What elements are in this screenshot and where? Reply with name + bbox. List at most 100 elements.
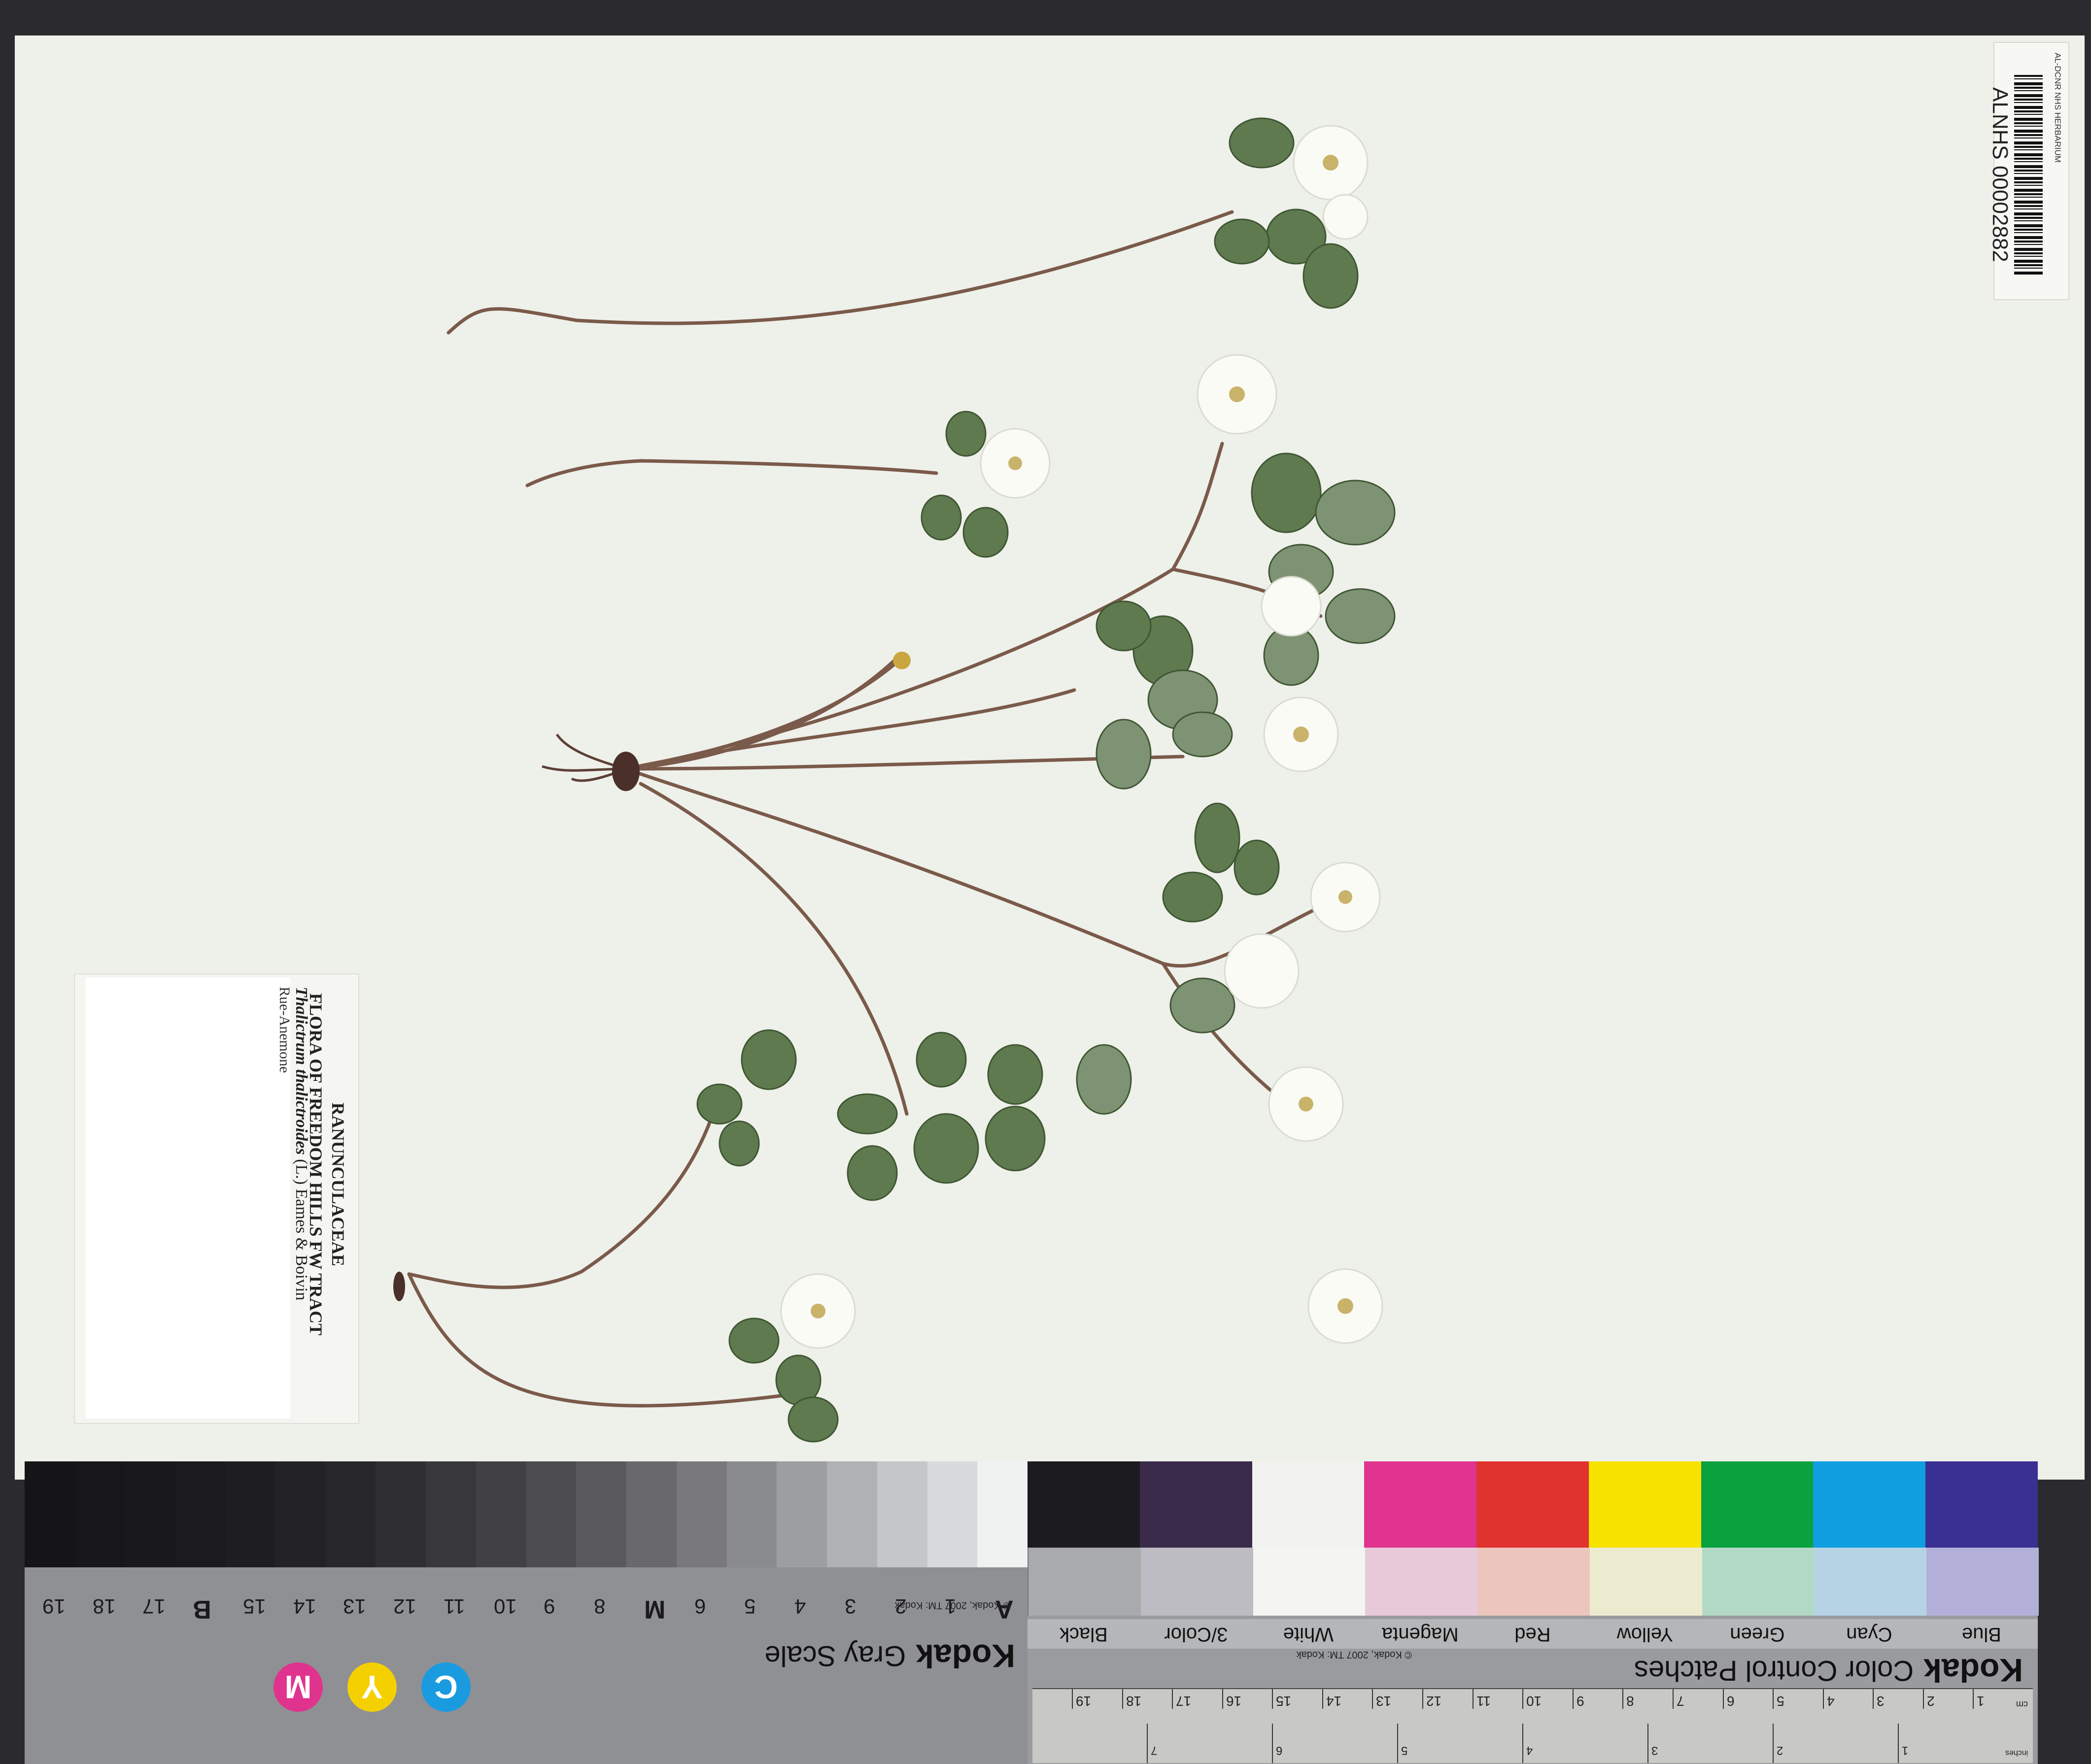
color-patch-bottom bbox=[1588, 1548, 1702, 1616]
herbarium-label: RANUNCULACEAE FLORA OF FREEDOM HILLS FW … bbox=[74, 973, 359, 1424]
color-patch-name: Magenta bbox=[1382, 1624, 1459, 1645]
ruler-inch-label: 7 bbox=[1151, 1744, 1158, 1757]
color-patch-names: Blue Cyan Green Yellow Red Magenta White 3/Colo… bbox=[1028, 1619, 2038, 1649]
color-patch-name: Yellow bbox=[1616, 1624, 1673, 1645]
gray-step-label: 17 bbox=[142, 1595, 166, 1618]
cmy-badge-m: M bbox=[274, 1662, 323, 1712]
gray-step bbox=[777, 1461, 827, 1567]
ruler-inch-tick bbox=[1522, 1724, 1524, 1763]
kodak-brand-color: Kodak bbox=[1923, 1652, 2023, 1689]
gray-step-label: 8 bbox=[594, 1595, 606, 1618]
gray-step bbox=[676, 1461, 727, 1567]
gray-step-label: 12 bbox=[393, 1595, 416, 1618]
gray-scale-steps bbox=[25, 1461, 1028, 1567]
color-patch-top bbox=[1364, 1461, 1477, 1548]
color-patches-bottom-row bbox=[1028, 1548, 2039, 1616]
gray-step bbox=[275, 1461, 326, 1567]
ruler-inch-tick bbox=[1397, 1724, 1399, 1763]
color-patch-bottom bbox=[1701, 1548, 1815, 1616]
color-patch-name: Green bbox=[1729, 1624, 1785, 1645]
gray-step-label: 10 bbox=[493, 1595, 517, 1618]
ruler-cm-label: 19 bbox=[1076, 1694, 1092, 1709]
ruler-cm-label: 13 bbox=[1376, 1694, 1392, 1709]
ruler-cm-label: 3 bbox=[1877, 1694, 1885, 1709]
color-patch-name: Blue bbox=[1962, 1624, 2002, 1645]
ruler-cm-tick bbox=[1172, 1689, 1173, 1709]
color-card-title-text: Color Control Patches bbox=[1634, 1655, 1914, 1687]
barcode bbox=[2014, 75, 2043, 275]
ruler-cm-label: 14 bbox=[1326, 1694, 1342, 1709]
redacted-area bbox=[86, 977, 290, 1418]
color-patch-bottom bbox=[1476, 1548, 1590, 1616]
ruler-cm-label: 5 bbox=[1777, 1694, 1784, 1709]
ruler-cm-label: 1 bbox=[1977, 1694, 1985, 1709]
gray-step-label: 5 bbox=[744, 1595, 756, 1618]
catalog-number: ALNHS 00002882 bbox=[1988, 87, 2012, 262]
gray-step bbox=[175, 1461, 225, 1567]
ruler-inch-label: 5 bbox=[1401, 1744, 1408, 1757]
ruler-cm-tick bbox=[1072, 1689, 1073, 1709]
ruler-cm-tick bbox=[1272, 1689, 1273, 1709]
gray-step-label: B bbox=[193, 1595, 211, 1624]
ruler-cm-tick bbox=[1522, 1689, 1524, 1709]
color-patch-top bbox=[1701, 1461, 1814, 1548]
ruler-cm-tick bbox=[1773, 1689, 1774, 1709]
gray-step bbox=[74, 1461, 125, 1567]
gray-step-label: 15 bbox=[242, 1595, 266, 1618]
common-name: Rue-Anemone bbox=[276, 987, 293, 1073]
color-patch-top bbox=[1028, 1461, 1140, 1548]
ruler-cm-label: 10 bbox=[1526, 1694, 1542, 1709]
gray-step bbox=[125, 1461, 175, 1567]
scientific-name: Thalictrum thalictroides bbox=[292, 987, 310, 1155]
ruler-cm-label: 8 bbox=[1626, 1694, 1634, 1709]
ruler-cm-label: 17 bbox=[1176, 1694, 1192, 1709]
ruler-inch-label: 2 bbox=[1777, 1744, 1783, 1757]
color-patch-name: White bbox=[1283, 1624, 1334, 1645]
ruler-cm-tick bbox=[1622, 1689, 1624, 1709]
color-patch-name: 3/Color bbox=[1164, 1624, 1228, 1645]
color-patch-bottom bbox=[1139, 1548, 1253, 1616]
gray-step bbox=[325, 1461, 376, 1567]
gray-step-label: M bbox=[644, 1595, 666, 1624]
gray-step bbox=[576, 1461, 626, 1567]
gray-step bbox=[225, 1461, 275, 1567]
ruler-inch-tick bbox=[1647, 1724, 1649, 1763]
gray-step bbox=[476, 1461, 526, 1567]
ruler-cm-tick bbox=[1122, 1689, 1123, 1709]
ruler-inch-tick bbox=[1272, 1724, 1273, 1763]
ruler-cm-label: 7 bbox=[1676, 1694, 1684, 1709]
ruler-cm-tick bbox=[1322, 1689, 1323, 1709]
ruler-cm-tick bbox=[1222, 1689, 1223, 1709]
ruler-cm-label: 4 bbox=[1826, 1694, 1835, 1709]
color-patch-bottom bbox=[1028, 1548, 1141, 1616]
color-patch-bottom bbox=[1252, 1548, 1366, 1616]
ruler-unit-inches: inches bbox=[2005, 1749, 2028, 1757]
ruler-cm-label: 15 bbox=[1276, 1694, 1292, 1709]
gray-step-label: 18 bbox=[92, 1595, 116, 1618]
ruler-cm-tick bbox=[1672, 1689, 1674, 1709]
gray-step-label: 6 bbox=[694, 1595, 706, 1618]
ruler-cm-label: 2 bbox=[1926, 1694, 1935, 1709]
gray-step bbox=[977, 1461, 1028, 1567]
color-patch-top bbox=[1813, 1461, 1926, 1548]
color-patch-name: Red bbox=[1514, 1624, 1551, 1645]
color-patches-top-row bbox=[1028, 1461, 2038, 1548]
ruler-inch-tick bbox=[1898, 1724, 1899, 1763]
color-patch-name: Black bbox=[1059, 1624, 1108, 1645]
cmy-badge-y: Y bbox=[347, 1662, 397, 1712]
ruler-cm-tick bbox=[1372, 1689, 1373, 1709]
ruler-inch-tick bbox=[1773, 1724, 1774, 1763]
color-card-title: Kodak Color Control Patches bbox=[1520, 1650, 2023, 1692]
kodak-brand: Kodak bbox=[916, 1638, 1015, 1674]
ruler-cm-label: 12 bbox=[1426, 1694, 1442, 1709]
gray-step bbox=[426, 1461, 476, 1567]
ruler-inch-label: 1 bbox=[1902, 1744, 1909, 1757]
gray-step bbox=[25, 1461, 75, 1567]
gray-card-copyright: © Kodak, 2007 TM: Kodak bbox=[894, 1600, 1010, 1611]
gray-step-label: 19 bbox=[42, 1595, 66, 1618]
color-patch-name: Cyan bbox=[1846, 1624, 1893, 1645]
gray-step-label: 11 bbox=[443, 1595, 465, 1618]
gray-card-title: Kodak Gray Scale bbox=[655, 1636, 1015, 1676]
color-patch-bottom bbox=[1925, 1548, 2039, 1616]
ruler-cm-tick bbox=[1472, 1689, 1474, 1709]
